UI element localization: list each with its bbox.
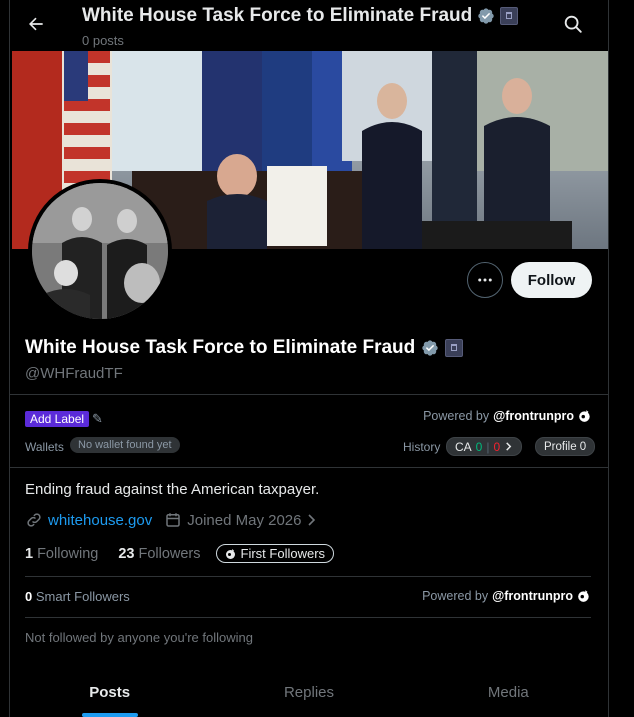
back-arrow-icon <box>29 17 43 31</box>
avatar <box>32 183 168 319</box>
add-label-button[interactable]: Add Label <box>25 411 90 427</box>
ca-separator: | <box>486 439 490 454</box>
following-label: Following <box>37 545 99 562</box>
header-name: White House Task Force to Eliminate Frau… <box>82 5 473 26</box>
powered-by: Powered by @frontrunpro <box>423 409 592 423</box>
powered-by-prefix: Powered by <box>423 409 490 423</box>
more-dots-icon <box>478 278 492 282</box>
powered-by-brand[interactable]: @frontrunpro <box>493 409 574 423</box>
tab-media[interactable]: Media <box>409 668 608 717</box>
profile-tabs: Posts Replies Media <box>10 668 608 717</box>
gov-badge-icon[interactable] <box>445 339 464 357</box>
link-icon <box>27 513 41 527</box>
calendar-icon <box>166 513 180 527</box>
smart-count: 0 <box>25 589 33 604</box>
ca-history-pill[interactable]: CA 0 | 0 <box>446 437 523 456</box>
history-label: History <box>403 440 441 454</box>
frontrun-extension-panel: Add Label ✎ Powered by @frontrunpro Wall… <box>10 394 608 468</box>
ca-red-count: 0 <box>493 439 501 454</box>
website-link[interactable]: whitehouse.gov <box>48 512 152 529</box>
ca-label: CA <box>455 439 472 454</box>
followers-count: 23 <box>118 545 135 562</box>
powered-by-brand[interactable]: @frontrunpro <box>492 589 573 603</box>
back-button[interactable] <box>22 10 50 38</box>
chevron-right-icon[interactable] <box>306 513 318 527</box>
header-title: White House Task Force to Eliminate Frau… <box>82 5 519 27</box>
tab-posts[interactable]: Posts <box>10 668 209 717</box>
first-followers-button[interactable]: First Followers <box>215 544 335 563</box>
profile-display-name: White House Task Force to Eliminate Frau… <box>25 337 416 358</box>
pencil-icon[interactable]: ✎ <box>92 411 103 427</box>
more-options-button[interactable] <box>467 262 503 298</box>
powered-by-prefix: Powered by <box>422 589 489 603</box>
verified-icon[interactable] <box>421 339 439 357</box>
followers-label: Followers <box>138 545 201 562</box>
followers-link[interactable]: 23 Followers <box>118 546 200 562</box>
profile-handle: @WHFraudTF <box>25 365 123 382</box>
frontrun-logo-icon <box>578 590 589 602</box>
post-count: 0 posts <box>82 33 124 48</box>
following-count: 1 <box>25 545 34 562</box>
not-followed-notice: Not followed by anyone you're following <box>25 630 253 645</box>
follow-counts: 1 Following 23 Followers First Followers <box>25 544 335 563</box>
tab-label: Posts <box>89 684 131 701</box>
smart-followers-panel: 0 Smart Followers Powered by @frontrunpr… <box>25 576 591 618</box>
profile-meta: whitehouse.gov Joined May 2026 <box>25 511 318 529</box>
tab-label: Media <box>487 684 529 701</box>
tab-label: Replies <box>283 684 334 701</box>
search-button[interactable] <box>562 13 586 37</box>
profile-column: White House Task Force to Eliminate Frau… <box>9 0 609 717</box>
gov-badge-icon <box>500 7 519 25</box>
smart-followers[interactable]: 0 Smart Followers <box>25 589 130 604</box>
follow-button[interactable]: Follow <box>511 262 592 298</box>
chevron-right-icon <box>506 442 512 451</box>
avatar-frame[interactable] <box>28 179 172 323</box>
avatar-photo <box>32 183 168 319</box>
profile-history-pill[interactable]: Profile 0 <box>535 437 596 456</box>
following-link[interactable]: 1 Following <box>25 546 98 562</box>
frontrun-logo-icon <box>579 410 590 422</box>
search-icon <box>564 15 582 33</box>
profile-bio: Ending fraud against the American taxpay… <box>25 481 320 498</box>
joined-date: Joined May 2026 <box>187 511 302 529</box>
top-bar: White House Task Force to Eliminate Frau… <box>10 0 608 52</box>
active-tab-indicator <box>81 713 138 717</box>
tab-replies[interactable]: Replies <box>209 668 408 717</box>
frontrun-logo-icon <box>225 548 235 559</box>
powered-by: Powered by @frontrunpro <box>422 589 591 603</box>
wallet-status-pill: No wallet found yet <box>70 437 180 453</box>
first-followers-label: First Followers <box>240 546 326 561</box>
wallets-label: Wallets <box>25 440 64 454</box>
profile-name-row: White House Task Force to Eliminate Frau… <box>25 337 464 359</box>
ca-green-count: 0 <box>475 439 483 454</box>
verified-icon <box>478 8 494 24</box>
smart-label: Smart Followers <box>35 589 130 604</box>
